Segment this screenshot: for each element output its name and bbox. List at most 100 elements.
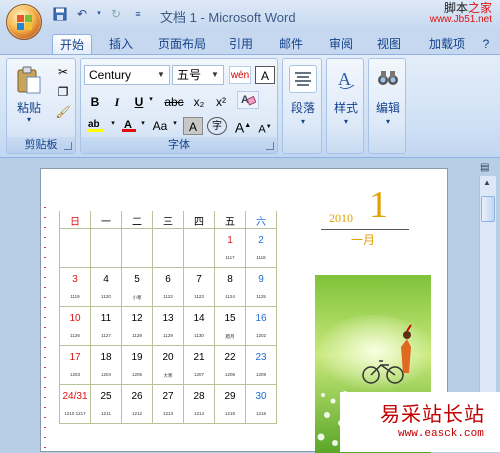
grow-font-button[interactable]: A▲: [233, 117, 253, 136]
tab-references[interactable]: 引用: [224, 34, 258, 54]
grow-font-label: A: [234, 119, 245, 136]
month-number: 1: [369, 184, 388, 226]
day-number: 23: [255, 352, 267, 363]
calendar-day-cell: 26 1212: [121, 384, 153, 424]
calendar-day-cell: 10 1126: [59, 306, 91, 346]
weekday-sun: 日: [59, 211, 91, 229]
undo-dropdown-icon[interactable]: ▾: [96, 7, 102, 21]
character-shading-button[interactable]: A: [183, 117, 203, 135]
calendar-day-cell: [121, 228, 153, 268]
ruler-toggle-icon[interactable]: ▤: [480, 162, 495, 175]
font-group-label: 字体: [81, 137, 277, 153]
tab-review[interactable]: 审阅: [324, 34, 358, 54]
bold-button[interactable]: B: [85, 93, 105, 111]
lunar-date: 1120: [101, 294, 111, 300]
subscript-button[interactable]: x₂: [189, 93, 209, 111]
day-number: 8: [227, 274, 233, 285]
character-border-button[interactable]: A: [255, 66, 275, 84]
calendar-day-cell: 1 1117: [214, 228, 246, 268]
office-button[interactable]: [6, 4, 42, 40]
tab-addins[interactable]: 加载项: [422, 34, 472, 54]
watermark-title: 易采站长站: [380, 402, 485, 426]
customize-toolbar-icon[interactable]: ≡: [130, 7, 146, 21]
tab-view[interactable]: 视图: [372, 34, 406, 54]
font-name-combo[interactable]: Century ▼: [84, 65, 170, 85]
highlight-dropdown-icon[interactable]: ▾: [109, 119, 117, 127]
paragraph-icon: [289, 65, 317, 93]
tab-mailings[interactable]: 邮件: [274, 34, 308, 54]
lunar-date: 1130: [194, 333, 204, 339]
calendar-day-cell: 5 小寒: [121, 267, 153, 307]
lunar-date: 腊月: [225, 334, 235, 340]
day-number: 1: [227, 235, 233, 246]
format-painter-icon[interactable]: 🖌: [55, 105, 71, 119]
strikethrough-button[interactable]: abc: [161, 93, 187, 111]
calendar-body: 1 1117 2 1118 3 1119 4 1120 5 小寒 6 1122 7 1123 8 1124 9 1…: [59, 228, 277, 424]
lunar-date: 1122: [163, 294, 173, 300]
lunar-date: 1125: [256, 294, 266, 300]
font-group: Century ▼ 五号 ▼ wén A B I U ▾ abc x₂ x² A a…: [80, 58, 278, 154]
lunar-date: 1117: [225, 255, 235, 261]
lunar-date: 1118: [256, 255, 266, 261]
calendar-table: 日 一 二 三 四 五 六 1 1117 2 1118 3 1119 4 1120 5 小寒 6 11…: [59, 211, 277, 424]
calendar-day-cell: 19 1205: [121, 345, 153, 385]
weekday-thu: 四: [183, 211, 215, 229]
enclose-characters-button[interactable]: 字: [207, 117, 227, 135]
chevron-down-icon: ▼: [157, 70, 165, 79]
watermark-box: 易采站长站 www.easck.com: [340, 392, 500, 452]
calendar-day-cell: 30 1216: [245, 384, 277, 424]
help-icon[interactable]: ?: [478, 34, 494, 54]
day-number: 14: [193, 313, 205, 324]
font-size-combo[interactable]: 五号 ▼: [172, 65, 224, 85]
calendar-day-cell: 16 1202: [245, 306, 277, 346]
paste-button[interactable]: 粘贴: [9, 99, 49, 116]
day-number: 3: [72, 274, 78, 285]
styles-group[interactable]: A 样式 ▾: [326, 58, 364, 154]
tab-home[interactable]: 开始: [52, 34, 92, 54]
scroll-thumb[interactable]: [481, 196, 495, 222]
lunar-date: 1123: [194, 294, 204, 300]
binoculars-icon: [374, 65, 402, 93]
calendar-day-cell: 17 1203: [59, 345, 91, 385]
styles-icon: A: [332, 65, 360, 93]
cut-icon[interactable]: ✂: [55, 65, 71, 79]
change-case-dropdown-icon[interactable]: ▾: [171, 119, 179, 127]
scroll-up-icon[interactable]: ▲: [483, 178, 491, 187]
font-launcher-icon[interactable]: [266, 142, 274, 150]
calendar-day-cell: 20 大寒: [152, 345, 184, 385]
day-number: 24/31: [62, 391, 88, 402]
redo-icon[interactable]: ↻: [108, 7, 124, 21]
paste-dropdown-icon[interactable]: ▾: [21, 115, 37, 124]
lunar-date: 1128: [132, 333, 142, 339]
undo-icon[interactable]: ↶: [74, 7, 90, 21]
change-case-button[interactable]: Aa: [149, 117, 171, 135]
lunar-date: 1212: [131, 411, 143, 417]
copy-icon[interactable]: ❐: [55, 85, 71, 99]
tab-page-layout[interactable]: 页面布局: [152, 34, 212, 54]
save-icon[interactable]: [52, 7, 68, 21]
font-color-icon[interactable]: A: [119, 117, 139, 135]
clipboard-launcher-icon[interactable]: [64, 142, 72, 150]
underline-button[interactable]: U: [129, 93, 149, 111]
calendar-week-row: 17 1203 18 1204 19 1205 20 大寒 21 1207 22 1208 23 1209: [59, 345, 277, 385]
tab-insert[interactable]: 插入: [104, 34, 138, 54]
calendar-day-cell: 27 1213: [152, 384, 184, 424]
paragraph-group[interactable]: 段落 ▾: [282, 58, 322, 154]
month-divider: [321, 229, 409, 230]
underline-dropdown-icon[interactable]: ▾: [147, 95, 155, 103]
editing-dropdown-icon: ▾: [385, 117, 390, 126]
lunar-date: 1124: [225, 294, 235, 300]
paragraph-button-label: 段落: [290, 101, 315, 115]
editing-group[interactable]: 编辑 ▾: [368, 58, 406, 154]
shrink-font-button[interactable]: A▼: [255, 118, 275, 136]
superscript-button[interactable]: x²: [211, 93, 231, 111]
phonetic-guide-button[interactable]: wén: [229, 66, 251, 84]
italic-button[interactable]: I: [107, 93, 127, 111]
font-color-dropdown-icon[interactable]: ▾: [139, 119, 147, 127]
calendar-day-cell: 6 1122: [152, 267, 184, 307]
calendar-day-cell: [59, 228, 91, 268]
calendar-day-cell: 3 1119: [59, 267, 91, 307]
clear-formatting-icon[interactable]: A: [237, 91, 259, 109]
paste-icon[interactable]: [15, 65, 43, 94]
highlight-color-icon[interactable]: ab: [85, 117, 109, 135]
